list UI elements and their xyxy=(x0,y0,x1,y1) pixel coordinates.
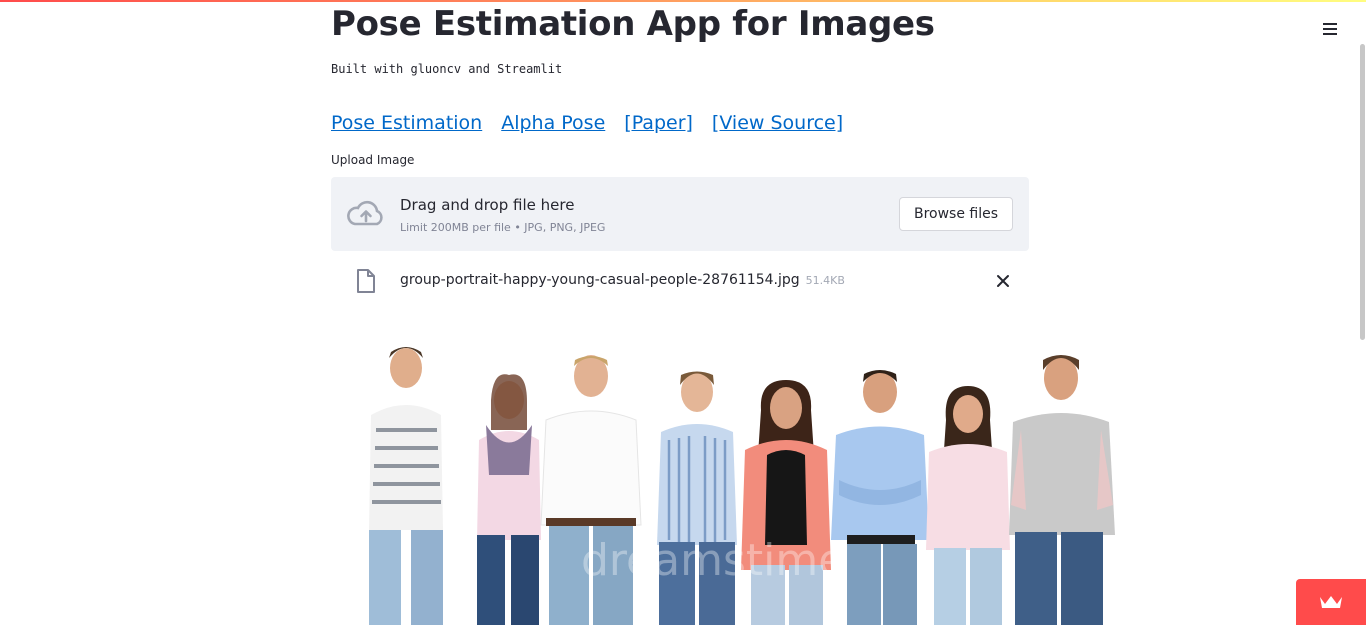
file-icon xyxy=(357,269,375,293)
cloud-upload-icon xyxy=(347,200,383,226)
drop-title: Drag and drop file here xyxy=(400,196,575,214)
page-title: Pose Estimation App for Images xyxy=(331,4,935,44)
paper-link[interactable]: [Paper] xyxy=(624,112,693,134)
file-name-text: group-portrait-happy-young-casual-people… xyxy=(400,272,800,288)
file-dropzone[interactable]: Drag and drop file here Limit 200MB per … xyxy=(331,177,1029,251)
hamburger-menu-icon[interactable] xyxy=(1319,20,1341,40)
drop-limit-text: Limit 200MB per file • JPG, PNG, JPEG xyxy=(400,221,606,234)
browse-files-button[interactable]: Browse files xyxy=(899,197,1013,231)
uploaded-image: dreamstime xyxy=(331,330,1131,625)
streamlit-crown-icon xyxy=(1320,596,1342,608)
upload-label: Upload Image xyxy=(331,153,415,167)
link-row: Pose Estimation Alpha Pose [Paper] [View… xyxy=(331,112,862,134)
page-subtitle: Built with gluoncv and Streamlit xyxy=(331,62,563,76)
close-icon[interactable] xyxy=(993,271,1013,291)
top-decoration-bar xyxy=(0,0,1366,2)
uploaded-file-row: group-portrait-happy-young-casual-people… xyxy=(331,262,1029,300)
streamlit-app-button[interactable] xyxy=(1296,579,1366,625)
view-source-link[interactable]: [View Source] xyxy=(712,112,843,134)
file-size: 51.4KB xyxy=(805,274,845,287)
uploaded-file-name: group-portrait-happy-young-casual-people… xyxy=(400,272,845,288)
scrollbar[interactable] xyxy=(1360,44,1365,340)
alpha-pose-link[interactable]: Alpha Pose xyxy=(501,112,605,134)
image-watermark: dreamstime xyxy=(581,535,845,586)
pose-estimation-link[interactable]: Pose Estimation xyxy=(331,112,482,134)
group-photo-illustration: dreamstime xyxy=(331,330,1131,625)
